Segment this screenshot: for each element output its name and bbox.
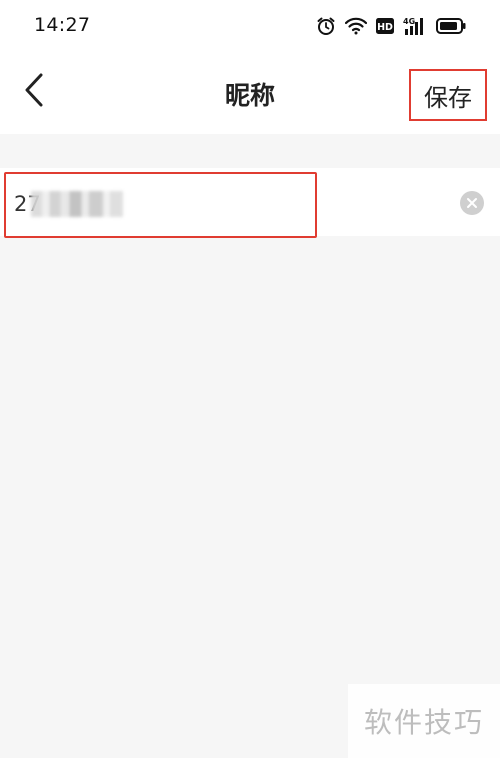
hd-label: HD bbox=[377, 22, 393, 33]
hd-icon: HD bbox=[376, 18, 394, 34]
save-button[interactable]: 保存 bbox=[409, 69, 487, 121]
watermark: 软件技巧 bbox=[348, 684, 500, 758]
redacted-text-mosaic bbox=[31, 191, 123, 217]
status-time: 14:27 bbox=[34, 14, 91, 36]
alarm-icon bbox=[316, 16, 336, 36]
signal-4g-icon: 4G bbox=[403, 16, 427, 36]
battery-icon bbox=[436, 18, 466, 34]
status-icons: HD 4G bbox=[316, 13, 466, 39]
network-label: 4G bbox=[403, 17, 415, 26]
nav-header: 昵称 保存 bbox=[0, 52, 500, 134]
close-circle-icon bbox=[466, 194, 478, 213]
nickname-row bbox=[0, 168, 500, 238]
wifi-icon bbox=[345, 17, 367, 35]
clear-input-button[interactable] bbox=[460, 191, 484, 215]
status-bar: 14:27 HD 4G bbox=[0, 0, 500, 52]
